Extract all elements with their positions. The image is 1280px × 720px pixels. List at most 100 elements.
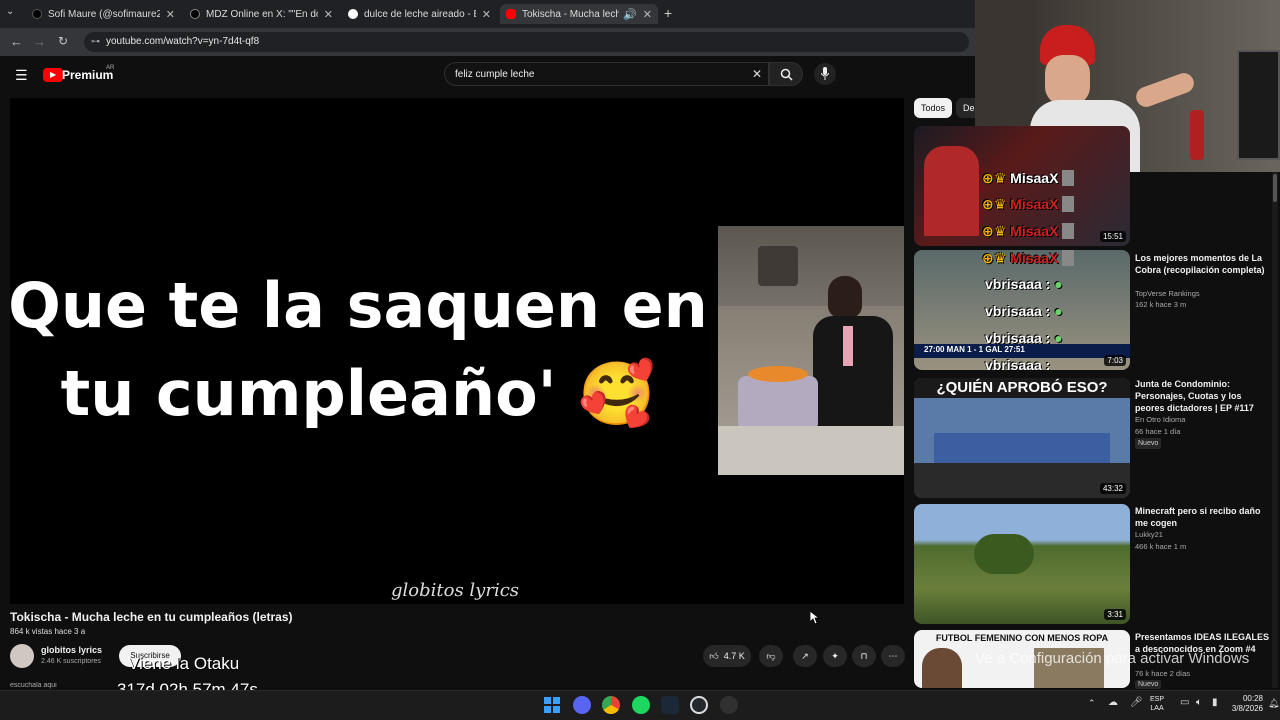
tab-google[interactable]: dulce de leche aireado - Buscar ✕ xyxy=(342,4,497,24)
channel-avatar[interactable] xyxy=(10,644,34,668)
tab-tiktok[interactable]: Sofi Maure (@sofimaure222) | T ✕ xyxy=(26,4,181,24)
like-button[interactable]: 👍︎ 4.7 K xyxy=(703,645,751,667)
person-tie xyxy=(843,326,853,366)
recommendation-channel[interactable]: En Otro Idioma xyxy=(1135,415,1185,424)
tray-expand-icon[interactable]: ⌃ xyxy=(1088,698,1096,709)
reload-icon[interactable]: ↻ xyxy=(58,34,68,48)
spotify-icon[interactable] xyxy=(632,696,650,714)
recommendation-channel[interactable]: TopVerse Rankings xyxy=(1135,289,1200,298)
steam-icon[interactable] xyxy=(661,696,679,714)
description-peek[interactable]: escuchala aqui xyxy=(10,682,70,690)
recommendation-channel[interactable]: Lukky21 xyxy=(1135,530,1163,539)
chip-all[interactable]: Todos xyxy=(914,98,952,118)
back-icon[interactable]: ← xyxy=(10,34,23,49)
ask-button[interactable]: ✦ xyxy=(823,645,847,667)
video-watermark: globitos lyrics xyxy=(390,580,520,601)
speaker-icon[interactable]: 🔊 xyxy=(623,8,637,21)
tab-youtube-active[interactable]: Tokischa - Mucha leche en 🔊 ✕ xyxy=(500,4,658,24)
dislike-button[interactable]: 👎︎ xyxy=(759,645,783,667)
tab-title: Sofi Maure (@sofimaure222) | T xyxy=(48,8,160,20)
battery-icon[interactable]: ▮ xyxy=(1212,697,1218,708)
voice-search-button[interactable] xyxy=(814,63,836,85)
clock[interactable]: 00:28 3/8/2026 xyxy=(1225,694,1263,714)
close-tab-icon[interactable]: ✕ xyxy=(643,8,652,21)
video-title: Tokischa - Mucha leche en tu cumpleaños … xyxy=(10,610,293,624)
recommendation-stats: 466 k hace 1 m xyxy=(1135,542,1187,551)
recommendation-stats: 162 k hace 3 m xyxy=(1135,300,1187,309)
chat-line: ⊕♛ MisaaX xyxy=(982,196,1075,213)
lyric-caption: Que te la saquen en tu cumpleaño' 🥰 xyxy=(0,262,716,438)
like-count: 4.7 K xyxy=(723,651,745,661)
scoreboard: 27:00 MAN 1 - 1 GAL 27:51 xyxy=(924,345,1025,354)
chrome-icon[interactable] xyxy=(602,696,620,714)
wifi-icon[interactable]: ▭ xyxy=(1180,697,1189,708)
recommendation-thumbnail[interactable]: 3:31 xyxy=(914,504,1130,624)
lyric-line-2: tu cumpleaño' 🥰 xyxy=(60,357,656,430)
scrollbar[interactable] xyxy=(1272,172,1278,688)
recommendation-stats: 76 k hace 2 días xyxy=(1135,669,1191,678)
new-tab-button[interactable]: + xyxy=(664,5,672,21)
tab-x[interactable]: MDZ Online en X: ""En dos sem ✕ xyxy=(184,4,339,24)
duration-badge: 43:32 xyxy=(1099,483,1126,494)
discord-icon[interactable] xyxy=(573,696,591,714)
monitor xyxy=(1237,50,1280,160)
lyric-line-1: Que te la saquen en xyxy=(8,269,708,342)
search-button[interactable] xyxy=(769,62,803,86)
recommendation-title[interactable]: Junta de Condominio: Personajes, Cuotas … xyxy=(1135,378,1270,414)
youtube-icon xyxy=(506,9,516,19)
site-info-icon[interactable]: ⊶ xyxy=(91,36,100,47)
thumbs-up-icon: 👍︎ xyxy=(709,650,719,661)
new-badge: Nuevo xyxy=(1135,438,1162,449)
recommendation-title[interactable]: Los mejores momentos de La Cobra (recopi… xyxy=(1135,252,1270,276)
mic-tray-icon[interactable]: 🎤︎ xyxy=(1130,697,1143,708)
notification-bell-icon[interactable]: 🔔︎ xyxy=(1268,698,1279,709)
app-c-icon[interactable] xyxy=(690,696,708,714)
search-icon xyxy=(780,68,793,81)
channel-name[interactable]: globitos lyrics xyxy=(41,645,102,655)
chat-line: vbrisaaa : ● xyxy=(985,330,1063,346)
url-text: youtube.com/watch?v=yn-7d4t-qf8 xyxy=(106,36,260,47)
chip-more[interactable]: De xyxy=(956,98,975,118)
thumbnail-headline: FUTBOL FEMENINO CON MENOS ROPA xyxy=(935,633,1109,643)
share-icon: ↗ xyxy=(801,650,809,661)
chat-line: vbrisaaa : ● xyxy=(985,276,1063,292)
address-bar-row: ← → ↻ ⊶ youtube.com/watch?v=yn-7d4t-qf8 xyxy=(0,28,975,56)
table xyxy=(718,426,904,475)
network-tray-icon[interactable]: ☁ xyxy=(1108,697,1118,708)
person-suit xyxy=(813,316,893,426)
microphone-icon xyxy=(821,67,829,80)
search-input[interactable]: feliz cumple leche ✕ xyxy=(444,62,769,86)
more-actions-button[interactable]: ⋯ xyxy=(881,645,905,667)
channel-subscribers: 2.46 K suscriptores xyxy=(41,658,101,665)
tiktok-icon xyxy=(32,9,42,19)
windows-start-icon[interactable] xyxy=(543,696,561,714)
scrollbar-thumb[interactable] xyxy=(1273,174,1277,202)
video-photo xyxy=(718,226,904,475)
tab-search-menu-icon[interactable]: ⌄ xyxy=(6,6,14,17)
recommendation-thumbnail[interactable]: ¿QUIÉN APROBÓ ESO? 43:32 xyxy=(914,378,1130,498)
close-tab-icon[interactable]: ✕ xyxy=(324,8,333,21)
save-button[interactable]: ⊓ xyxy=(852,645,876,667)
x-logo-icon xyxy=(190,9,200,19)
share-button[interactable]: ↗ xyxy=(793,645,817,667)
volume-icon[interactable]: 🔈︎ xyxy=(1196,697,1202,708)
red-bottle xyxy=(1190,110,1204,160)
browser-icon[interactable] xyxy=(720,696,738,714)
country-badge: AR xyxy=(106,65,115,71)
clear-search-icon[interactable]: ✕ xyxy=(752,67,762,81)
language-indicator[interactable]: ESP LAA xyxy=(1150,695,1164,713)
search-query: feliz cumple leche xyxy=(455,69,535,80)
url-bar[interactable]: ⊶ youtube.com/watch?v=yn-7d4t-qf8 xyxy=(84,32,969,52)
chip-label: De xyxy=(963,103,975,113)
tab-title: Tokischa - Mucha leche en xyxy=(522,8,620,20)
forward-icon[interactable]: → xyxy=(33,34,46,49)
tab-title: dulce de leche aireado - Buscar xyxy=(364,8,476,20)
youtube-logo-icon[interactable]: ▶ xyxy=(43,68,63,82)
stream-title-overlay: Viene la Otaku xyxy=(128,654,240,673)
duration-badge: 7:03 xyxy=(1104,355,1126,366)
close-tab-icon[interactable]: ✕ xyxy=(482,8,491,21)
recommendation-title[interactable]: Minecraft pero si recibo daño me cogen xyxy=(1135,505,1270,529)
hamburger-menu-icon[interactable]: ☰ xyxy=(15,67,28,84)
close-tab-icon[interactable]: ✕ xyxy=(166,8,175,21)
streamer-arm xyxy=(1133,70,1197,110)
